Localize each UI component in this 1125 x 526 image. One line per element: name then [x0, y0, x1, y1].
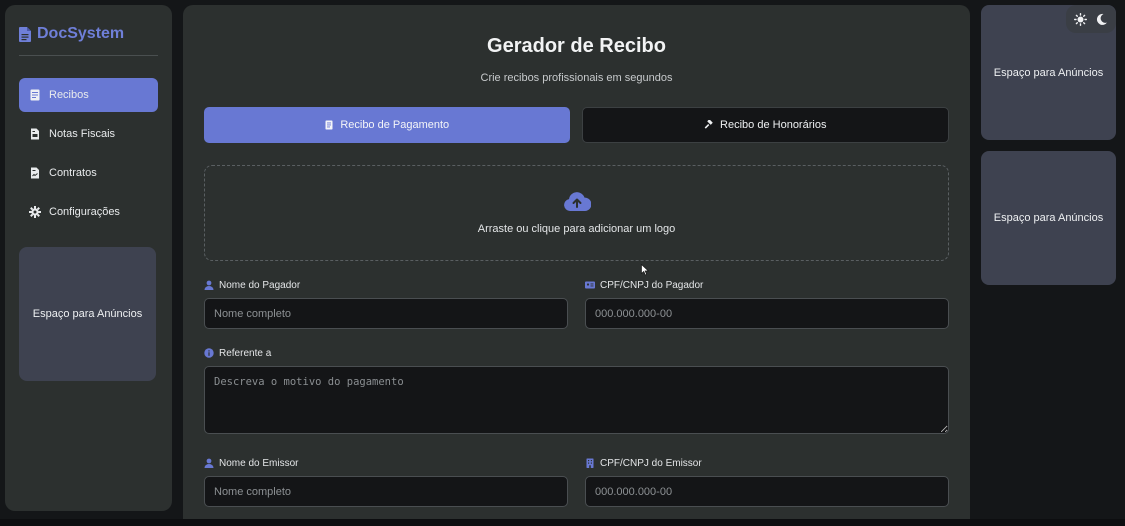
sidebar-item-label: Recibos [49, 89, 89, 101]
page-subtitle: Crie recibos profissionais em segundos [480, 72, 673, 84]
sun-icon[interactable] [1074, 12, 1087, 26]
receipt-icon [325, 120, 333, 130]
payer-doc-label: CPF/CNPJ do Pagador [585, 278, 949, 292]
issuer-name-field: Nome do Emissor [204, 456, 568, 507]
payer-name-label: Nome do Pagador [204, 278, 568, 292]
payer-doc-field: CPF/CNPJ do Pagador [585, 278, 949, 329]
user-icon [204, 280, 214, 290]
cloud-upload-icon [563, 192, 591, 211]
ad-label: Espaço para Anúncios [32, 308, 143, 320]
sidebar: DocSystem Recibos Notas Fiscais Contrato… [5, 5, 172, 511]
sidebar-item-contratos[interactable]: Contratos [19, 156, 158, 190]
tab-recibo-honorarios[interactable]: Recibo de Honorários [581, 107, 949, 143]
payer-doc-label-text: CPF/CNPJ do Pagador [600, 279, 704, 291]
issuer-doc-label-text: CPF/CNPJ do Emissor [600, 457, 702, 469]
ad-label: Espaço para Anúncios [993, 212, 1104, 224]
sidebar-item-label: Notas Fiscais [49, 128, 116, 140]
payer-name-input[interactable] [204, 298, 568, 329]
gear-icon [29, 206, 41, 218]
receipt-type-tabs: Recibo de Pagamento Recibo de Honorários [204, 107, 949, 143]
user-tie-icon [204, 458, 214, 468]
page-title: Gerador de Recibo [487, 35, 666, 57]
sidebar-item-notas-fiscais[interactable]: Notas Fiscais [19, 117, 158, 151]
issuer-doc-input[interactable] [585, 476, 949, 507]
tab-recibo-pagamento[interactable]: Recibo de Pagamento [204, 107, 570, 143]
bottom-edge [0, 519, 1125, 526]
reference-label-text: Referente a [219, 347, 272, 359]
moon-icon[interactable] [1095, 13, 1108, 26]
issuer-doc-label: CPF/CNPJ do Emissor [585, 456, 949, 470]
upload-text: Arraste ou clique para adicionar um logo [477, 223, 676, 235]
reference-label: Referente a [204, 346, 949, 360]
right-ad-space-bottom[interactable]: Espaço para Anúncios [981, 151, 1116, 285]
sidebar-nav: Recibos Notas Fiscais Contratos Configur… [19, 78, 158, 229]
reference-textarea[interactable] [204, 366, 949, 434]
sidebar-item-label: Contratos [49, 167, 97, 179]
payer-doc-input[interactable] [585, 298, 949, 329]
issuer-name-label: Nome do Emissor [204, 456, 568, 470]
sidebar-item-configuracoes[interactable]: Configurações [19, 195, 158, 229]
tab-label: Recibo de Pagamento [340, 119, 450, 131]
payer-name-field: Nome do Pagador [204, 278, 568, 329]
ad-label: Espaço para Anúncios [993, 66, 1104, 79]
logo-upload-dropzone[interactable]: Arraste ou clique para adicionar um logo [204, 165, 949, 261]
brand-name: DocSystem [37, 25, 125, 42]
mouse-cursor-icon [641, 264, 649, 276]
tab-label: Recibo de Honorários [720, 119, 827, 131]
theme-toggle[interactable] [1066, 5, 1116, 33]
reference-row: Referente a [204, 346, 949, 439]
issuer-doc-field: CPF/CNPJ do Emissor [585, 456, 949, 507]
issuer-name-input[interactable] [204, 476, 568, 507]
issuer-name-label-text: Nome do Emissor [219, 457, 299, 469]
brand-logo[interactable]: DocSystem [19, 19, 158, 56]
gavel-icon [704, 120, 713, 129]
id-card-icon [585, 281, 595, 289]
reference-field: Referente a [204, 346, 949, 439]
receipt-icon [30, 89, 40, 101]
file-invoice-icon [31, 128, 39, 140]
payer-row: Nome do Pagador CPF/CNPJ do Pagador [204, 278, 949, 329]
sidebar-item-label: Configurações [49, 206, 120, 218]
issuer-row: Nome do Emissor CPF/CNPJ do Emissor [204, 456, 949, 507]
sidebar-ad-space[interactable]: Espaço para Anúncios [19, 247, 156, 381]
main-panel: Gerador de Recibo Crie recibos profissio… [183, 5, 970, 526]
payer-name-label-text: Nome do Pagador [219, 279, 301, 291]
building-icon [586, 458, 594, 468]
info-circle-icon [204, 348, 214, 358]
file-contract-icon [31, 167, 39, 179]
document-icon [19, 26, 31, 42]
sidebar-item-recibos[interactable]: Recibos [19, 78, 158, 112]
